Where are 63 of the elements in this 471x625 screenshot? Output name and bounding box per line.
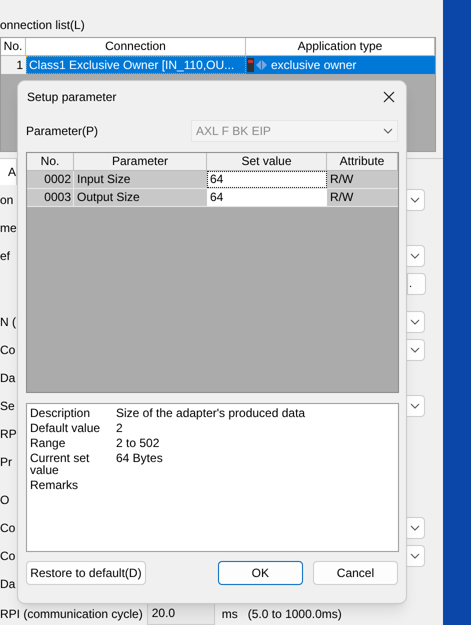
- table-cell: Class1 Exclusive Owner [IN_110,OU...: [26, 56, 246, 74]
- info-value: 64 Bytes: [116, 452, 163, 466]
- connection-row[interactable]: 1 Class1 Exclusive Owner [IN_110,OU... exclusive owner: [1, 56, 435, 74]
- dialog-button[interactable]: OK: [218, 561, 303, 585]
- field-label: Da: [0, 576, 16, 592]
- field-label: RP: [0, 426, 17, 442]
- chevron-down-icon: [410, 347, 420, 353]
- field-label: RPI (communication cycle): [0, 606, 143, 623]
- info-label: Default value: [30, 422, 102, 434]
- field-label: me: [0, 220, 17, 236]
- rpi-input[interactable]: 20.0: [146, 603, 215, 625]
- dropdown[interactable]: [405, 517, 425, 539]
- tab[interactable]: A: [0, 159, 17, 185]
- field-label: Co: [0, 342, 16, 358]
- field-label: O: [0, 492, 10, 508]
- table-cell: 1: [1, 56, 26, 74]
- field-label: Co: [0, 548, 16, 564]
- chevron-down-icon: [410, 403, 420, 409]
- dialog-button[interactable]: Cancel: [312, 561, 398, 585]
- chevron-down-icon: [410, 253, 420, 259]
- field-label: Pr: [0, 454, 12, 470]
- field-label: Da: [0, 370, 16, 386]
- chevron-down-icon: [410, 553, 420, 559]
- unit-label: ms: [222, 606, 238, 623]
- info-label: Remarks: [30, 478, 80, 490]
- info-value: 2: [116, 422, 123, 434]
- dropdown[interactable]: [405, 245, 425, 267]
- info-value: Size of the adapter's produced data: [116, 406, 306, 418]
- dropdown[interactable]: [405, 395, 425, 417]
- range-label: (5.0 to 1000.0ms): [248, 606, 342, 623]
- info-value: 2 to 502: [116, 436, 160, 448]
- browse-button[interactable]: .: [407, 273, 426, 295]
- table-cell: 0003: [27, 189, 74, 206]
- dialog-button[interactable]: Restore to default(D): [26, 561, 146, 585]
- table-cell: 0002: [27, 171, 74, 188]
- field-label: on: [0, 192, 14, 208]
- info-label: Description: [30, 406, 92, 418]
- chevron-down-icon: [410, 525, 420, 531]
- dropdown[interactable]: [405, 189, 425, 211]
- field-label: Parameter(P): [26, 123, 98, 140]
- dialog-title: Setup parameter: [26, 89, 116, 106]
- field-label: Co: [0, 520, 16, 536]
- field-label: Se: [0, 398, 15, 414]
- field-label: N (: [0, 314, 16, 330]
- table-cell: R/W: [327, 189, 398, 206]
- set-value-input[interactable]: 64: [207, 171, 327, 188]
- table-cell: R/W: [327, 171, 398, 188]
- close-icon[interactable]: [383, 91, 395, 103]
- chevron-down-icon: [410, 197, 420, 203]
- dropdown[interactable]: [405, 545, 425, 567]
- connection-arrow-icon: [246, 57, 268, 73]
- table-cell: Output Size: [74, 189, 207, 206]
- connection-list-label: onnection list(L): [0, 17, 86, 34]
- info-label: Current set value: [30, 452, 90, 476]
- chevron-down-icon: [410, 319, 420, 325]
- info-label: Range: [30, 436, 66, 448]
- field-label: ef: [0, 248, 10, 264]
- table-cell-text: exclusive owner: [271, 57, 356, 74]
- table-cell: Input Size: [74, 171, 207, 188]
- dropdown[interactable]: [405, 311, 425, 333]
- chevron-down-icon: [383, 128, 393, 134]
- dropdown[interactable]: [405, 339, 425, 361]
- set-value-input[interactable]: 64: [207, 189, 327, 206]
